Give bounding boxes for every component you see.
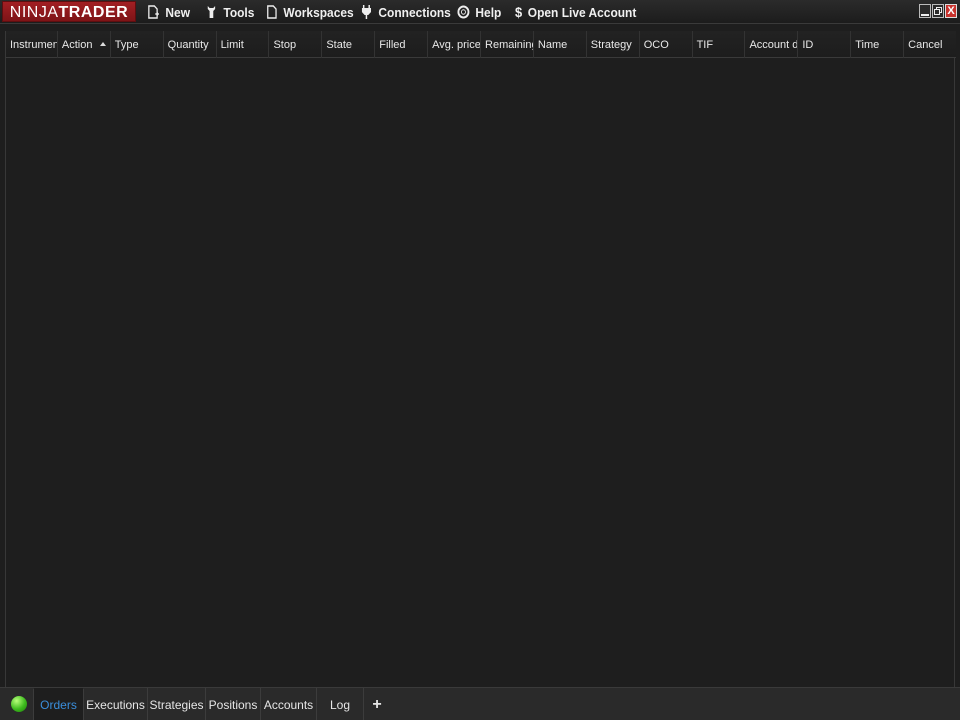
menu-workspaces-label: Workspaces <box>283 4 354 20</box>
column-header-cancel[interactable]: Cancel <box>904 31 956 58</box>
column-header-filled[interactable]: Filled <box>375 31 429 58</box>
dollar-icon: $ <box>515 4 523 20</box>
column-header-type[interactable]: Type <box>111 31 164 58</box>
column-header-id[interactable]: ID <box>798 31 852 58</box>
lifebuoy-icon <box>457 4 470 20</box>
column-header-quantity[interactable]: Quantity <box>164 31 217 58</box>
column-header-instrument[interactable]: Instrument <box>6 31 58 58</box>
tab-strategies[interactable]: Strategies <box>148 688 206 720</box>
column-header-tif[interactable]: TIF <box>693 31 746 58</box>
column-header-account-display[interactable]: Account dis <box>745 31 799 58</box>
menu-open-live-account-label: Open Live Account <box>527 4 637 20</box>
column-header-limit[interactable]: Limit <box>217 31 270 58</box>
document-icon <box>265 4 278 20</box>
new-document-icon <box>147 4 160 20</box>
column-header-stop[interactable]: Stop <box>269 31 323 58</box>
restore-button[interactable] <box>932 4 944 18</box>
plug-icon <box>360 4 373 20</box>
menu-connections-label: Connections <box>378 4 451 20</box>
add-tab-button[interactable]: + <box>366 688 388 720</box>
column-header-avg-price[interactable]: Avg. price <box>428 31 482 58</box>
close-button[interactable]: X <box>945 4 957 18</box>
wrench-icon <box>205 4 218 20</box>
menu-tools-label: Tools <box>223 4 255 20</box>
bottom-tab-bar: Orders Executions Strategies Positions A… <box>0 687 960 720</box>
column-header-time[interactable]: Time <box>851 31 905 58</box>
column-header-state[interactable]: State <box>322 31 376 58</box>
ninjatrader-logo: NINJATRADER <box>2 1 136 22</box>
grid-header-row: Instrument Action Type Quantity Limit St… <box>6 31 956 58</box>
column-header-oco[interactable]: OCO <box>640 31 693 58</box>
restore-icon <box>934 7 942 15</box>
menu-tools[interactable]: Tools <box>205 0 254 24</box>
tab-orders[interactable]: Orders <box>33 688 84 720</box>
tab-accounts[interactable]: Accounts <box>261 688 317 720</box>
logo-text-ninja: NINJA <box>9 4 59 21</box>
menu-bar: NINJATRADER New Tools Workspaces Connect… <box>0 0 960 24</box>
tab-executions[interactable]: Executions <box>84 688 148 720</box>
sort-ascending-icon <box>99 42 106 46</box>
column-header-name[interactable]: Name <box>534 31 587 58</box>
menu-open-live-account[interactable]: $ Open Live Account <box>514 0 636 24</box>
menu-new-label: New <box>165 4 190 20</box>
column-header-action[interactable]: Action <box>58 31 111 58</box>
column-header-remaining[interactable]: Remaining <box>481 31 534 58</box>
column-header-strategy[interactable]: Strategy <box>587 31 640 58</box>
menu-new[interactable]: New <box>147 0 190 24</box>
menu-help-label: Help <box>475 4 502 20</box>
connection-status-icon <box>11 696 27 712</box>
orders-grid: Instrument Action Type Quantity Limit St… <box>5 31 956 687</box>
tab-log[interactable]: Log <box>317 688 364 720</box>
tab-positions[interactable]: Positions <box>206 688 261 720</box>
menu-workspaces[interactable]: Workspaces <box>265 0 354 24</box>
menu-help[interactable]: Help <box>457 0 501 24</box>
menu-connections[interactable]: Connections <box>360 0 451 24</box>
minimize-button[interactable] <box>919 4 931 18</box>
logo-text-trader: TRADER <box>58 4 129 21</box>
